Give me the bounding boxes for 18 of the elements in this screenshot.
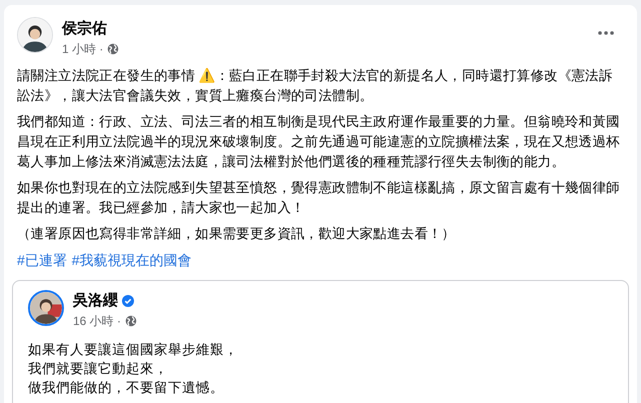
hashtag-link[interactable]: #已連署 bbox=[17, 250, 67, 270]
hashtag-link[interactable]: #我藐視現在的國會 bbox=[72, 250, 192, 270]
post-text-line: 如果有人要讓這個國家舉步維艱， bbox=[28, 341, 238, 359]
shared-post-card[interactable]: 吳洛纓 16 小時 · 如果有人要讓這個國家舉步維艱， 我們就要讓它動起來， 做我們能做的，不要留下遺憾。 bbox=[12, 280, 629, 403]
post-time[interactable]: 1 小時 · bbox=[62, 40, 104, 58]
more-icon[interactable] bbox=[598, 31, 614, 35]
post-text-line: 我們就要讓它動起來， bbox=[28, 360, 168, 378]
globe-icon bbox=[125, 315, 138, 327]
post-text: 我們都知道：行政、立法、司法三者的相互制衡是現代民主政府運作最重要的力量。但翁曉玲和黃國昌現在正利用立法院過半的現況來破壞制度。之前先通過可能違憲的立院擴權法案，現在又想透過杯葛人事加上修法來消滅憲法法庭，讓司法權對於他們選後的種種荒謬行徑失去制衡的能力。 bbox=[17, 113, 621, 171]
post-text: （連署原因也寫得非常詳細，如果需要更多資訊，歡迎大家點進去看！） bbox=[17, 225, 456, 243]
post-text-line: 做我們能做的，不要留下遺憾。 bbox=[28, 379, 224, 397]
post-text: 如果你也對現在的立法院感到失望甚至憤怒，覺得憲政體制不能這樣亂搞，原文留言處有十幾個律師提出的連署。我已經參加，請大家也一起加入！ bbox=[17, 179, 621, 217]
author-name[interactable]: 侯宗佑 bbox=[62, 20, 107, 38]
author-name[interactable]: 吳洛纓 bbox=[73, 292, 118, 310]
avatar[interactable] bbox=[28, 290, 64, 326]
globe-icon bbox=[107, 43, 120, 55]
post-text: 請關注立法院正在發生的事情 ⚠：藍白正在聯手封殺大法官的新提名人，同時還打算修改《憲法訴訟法》，讓大法官會議失效，實質上癱瘓台灣的司法體制。 bbox=[17, 67, 614, 105]
post-time[interactable]: 16 小時 · bbox=[73, 312, 122, 330]
